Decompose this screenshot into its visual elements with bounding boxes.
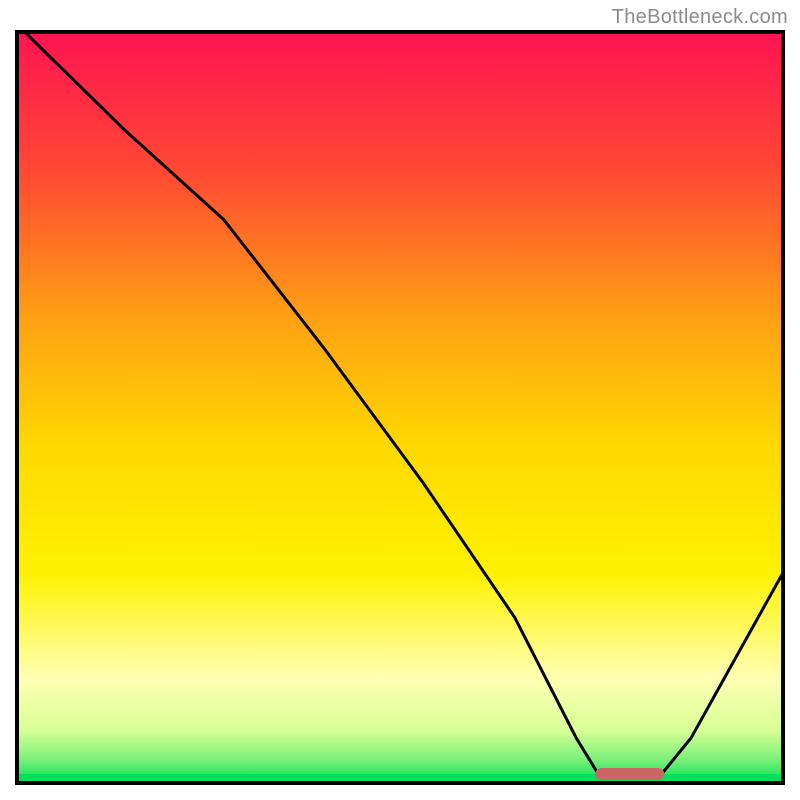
optimal-marker [595, 768, 664, 780]
bottleneck-chart [15, 30, 785, 785]
watermark-text: TheBottleneck.com [612, 6, 788, 29]
chart-svg [15, 30, 785, 785]
gradient-background [17, 32, 783, 783]
